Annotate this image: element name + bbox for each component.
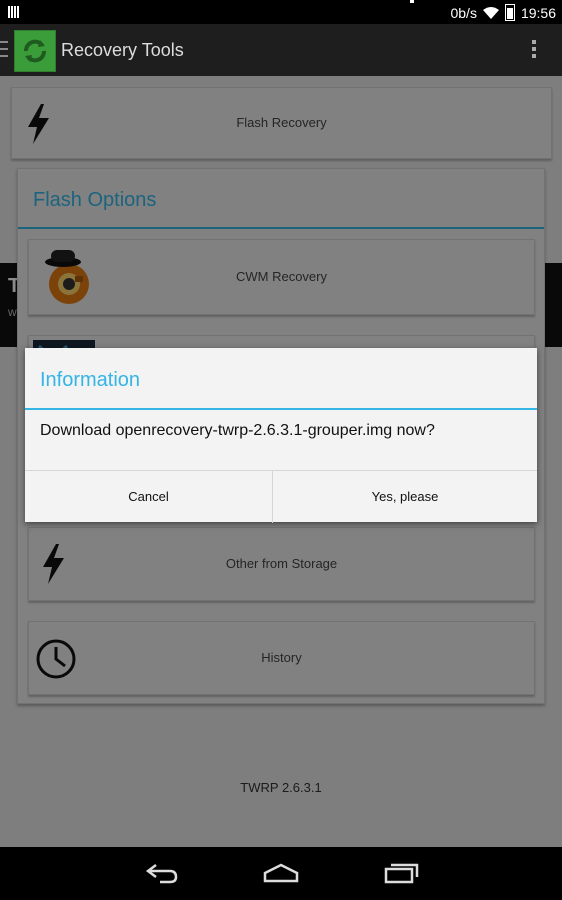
confirm-button[interactable]: Yes, please — [273, 471, 537, 523]
dialog-button-row: Cancel Yes, please — [25, 470, 537, 523]
signal-bars-icon — [8, 6, 22, 18]
menu-lines-icon[interactable] — [0, 41, 8, 59]
net-speed: 0b/s — [450, 4, 477, 21]
cancel-button[interactable]: Cancel — [25, 471, 273, 523]
status-bar: 0b/s 19:56 — [0, 0, 562, 24]
battery-icon — [504, 4, 515, 21]
back-icon[interactable] — [142, 861, 182, 885]
app-logo-icon[interactable] — [14, 30, 56, 72]
navigation-bar — [0, 847, 562, 900]
clock-time: 19:56 — [520, 4, 556, 21]
recent-apps-icon[interactable] — [382, 861, 422, 885]
home-icon[interactable] — [261, 861, 301, 885]
information-dialog: Information Download openrecovery-twrp-2… — [25, 348, 537, 523]
notification-dot-icon — [410, 0, 414, 3]
wifi-icon — [482, 6, 499, 19]
status-right: 0b/s 19:56 — [450, 4, 556, 21]
dialog-title-divider — [25, 408, 537, 410]
dialog-message: Download openrecovery-twrp-2.6.3.1-group… — [40, 422, 435, 439]
action-bar: Recovery Tools — [0, 24, 562, 76]
app-title: Recovery Tools — [61, 40, 184, 60]
dialog-title: Information — [40, 369, 141, 391]
overflow-menu-icon[interactable] — [532, 40, 536, 61]
